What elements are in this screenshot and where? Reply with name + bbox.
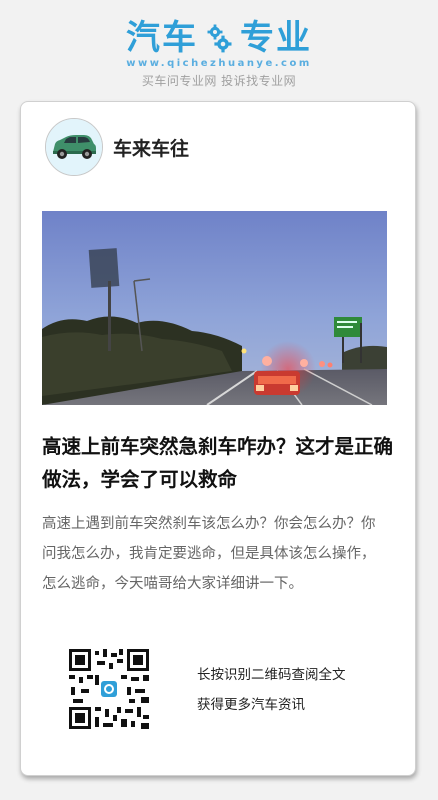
qr-caption: 长按识别二维码查阅全文 获得更多汽车资讯 — [197, 660, 397, 720]
brand-url: www.qichezhuanye.com — [126, 58, 312, 69]
article-title[interactable]: 高速上前车突然急刹车咋办？这才是正确做法，学会了可以救命 — [42, 430, 397, 496]
brand-header: 汽车 专业 www.qichezhuanye.com 买车问专业网 投诉找专业网 — [0, 0, 438, 100]
gears-icon — [207, 24, 232, 53]
article-card[interactable]: 车来车往 高速上前车突然急刹车咋办？这才是正确做法，学会了可以救命 高速上遇到前… — [20, 101, 416, 776]
highway-traffic-photo[interactable] — [42, 211, 387, 405]
brand-logo: 汽车 专业 — [0, 14, 438, 62]
author-name[interactable]: 车来车往 — [113, 134, 189, 161]
brand-name-right: 专业 — [240, 18, 312, 58]
qr-caption-line2: 获得更多汽车资讯 — [197, 697, 305, 713]
brand-name-left: 汽车 — [126, 18, 198, 58]
brand-slogan: 买车问专业网 投诉找专业网 — [141, 74, 297, 88]
article-summary: 高速上遇到前车突然刹车该怎么办？你会怎么办？你问我怎么办，我肯定要逃命，但是具体… — [42, 516, 376, 592]
car-avatar-icon[interactable] — [45, 118, 103, 176]
qr-caption-line1: 长按识别二维码查阅全文 — [197, 667, 346, 683]
qr-code-icon[interactable] — [69, 649, 149, 729]
